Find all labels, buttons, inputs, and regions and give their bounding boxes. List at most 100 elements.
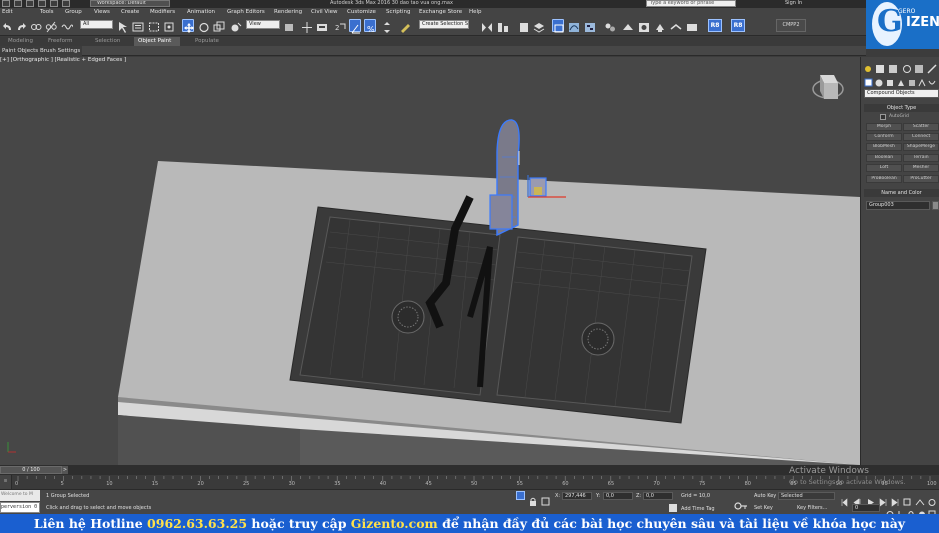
reference-coordinate-dropdown[interactable]: View xyxy=(246,20,280,29)
app-menu-icon[interactable] xyxy=(2,0,10,7)
z-coordinate-field[interactable]: 0,0 xyxy=(643,492,673,500)
undo-quick-icon[interactable] xyxy=(50,0,58,7)
select-and-link-icon[interactable] xyxy=(30,19,42,32)
curve-editor-icon[interactable] xyxy=(568,19,580,32)
named-selection-dropdown[interactable]: Create Selection Se xyxy=(419,20,469,29)
save-file-icon[interactable] xyxy=(38,0,46,7)
menu-animation[interactable]: Animation xyxy=(187,8,215,17)
paint-objects-button[interactable]: Paint Objects xyxy=(0,46,41,56)
pivot-center-icon[interactable] xyxy=(283,19,295,32)
menu-exchange-store[interactable]: Exchange Store xyxy=(419,8,462,17)
set-key-button[interactable]: Set Key xyxy=(754,505,773,511)
ribbon-tab-modeling[interactable]: Modeling xyxy=(4,37,37,46)
brush-settings-button[interactable]: Brush Settings xyxy=(38,46,83,56)
menu-rendering[interactable]: Rendering xyxy=(274,8,302,17)
scatter-button[interactable]: Scatter xyxy=(903,123,939,131)
conform-button[interactable]: Conform xyxy=(866,133,902,141)
object-name-field[interactable]: Group003 xyxy=(866,201,930,210)
region-select-icon[interactable] xyxy=(148,19,160,32)
hotline-number[interactable]: 0962.63.63.25 xyxy=(147,516,247,531)
layer-explorer-icon[interactable] xyxy=(518,19,530,32)
ribbon-tab-object-paint[interactable]: Object Paint xyxy=(134,37,180,46)
selection-filter-dropdown[interactable]: All xyxy=(80,20,113,29)
menu-help[interactable]: Help xyxy=(469,8,482,17)
align-icon[interactable] xyxy=(497,19,509,32)
next-frame-arrow-icon[interactable]: > xyxy=(62,466,68,474)
connect-button[interactable]: Connect xyxy=(903,133,939,141)
mirror-icon[interactable] xyxy=(481,19,493,32)
angle-snap-icon[interactable] xyxy=(349,19,361,34)
playback-controls[interactable] xyxy=(840,492,938,507)
terrain-button[interactable]: Terrain xyxy=(903,154,939,162)
spinner-snap-icon[interactable] xyxy=(381,19,393,33)
menu-civil-view[interactable]: Civil View xyxy=(311,8,337,17)
trackbar-menu-icon[interactable]: ≡ xyxy=(0,475,12,489)
object-color-swatch[interactable] xyxy=(932,201,939,210)
undo-icon[interactable] xyxy=(2,19,14,32)
shapemerge-button[interactable]: ShapeMerge xyxy=(903,143,939,151)
select-and-place-icon[interactable] xyxy=(230,19,242,32)
toggle-ribbon-icon[interactable] xyxy=(552,19,564,33)
viewport-navigation-controls[interactable] xyxy=(885,504,937,519)
keyboard-shortcut-override-icon[interactable] xyxy=(316,19,328,32)
unlink-icon[interactable] xyxy=(45,19,57,33)
absolute-mode-transform-icon[interactable] xyxy=(541,491,550,506)
y-coordinate-field[interactable]: 0,0 xyxy=(603,492,633,500)
object-type-rollout[interactable]: Object Type xyxy=(864,104,939,112)
select-and-scale-icon[interactable] xyxy=(213,19,225,32)
ribbon-tab-freeform[interactable]: Freeform xyxy=(44,37,77,46)
render-iterative-icon[interactable] xyxy=(670,19,682,32)
sign-in-link[interactable]: Sign In xyxy=(785,0,802,6)
command-panel-tabs[interactable] xyxy=(863,59,939,74)
procutter-button[interactable]: ProCutter xyxy=(903,175,939,183)
menu-edit[interactable]: Edit xyxy=(2,8,13,17)
ribbon-tab-populate[interactable]: Populate xyxy=(191,37,223,46)
search-icon[interactable] xyxy=(740,0,748,15)
rendered-frame-window-icon[interactable] xyxy=(638,19,650,32)
menu-views[interactable]: Views xyxy=(94,8,110,17)
select-and-move-icon[interactable] xyxy=(182,19,194,33)
select-by-name-icon[interactable] xyxy=(132,19,144,32)
time-slider-thumb[interactable]: 0 / 100 xyxy=(0,466,62,474)
plugin-r8-button-2[interactable]: R8 xyxy=(731,19,745,32)
mesher-button[interactable]: Mesher xyxy=(903,164,939,172)
viewport[interactable] xyxy=(0,57,860,465)
isolate-selection-icon[interactable] xyxy=(516,491,525,500)
add-time-tag-button[interactable]: Add Time Tag xyxy=(681,506,715,512)
layer-manager-icon[interactable] xyxy=(533,19,545,33)
website-link[interactable]: Gizento.com xyxy=(351,516,438,531)
render-in-cloud-icon[interactable] xyxy=(686,19,698,32)
key-filters-button[interactable]: Key Filters... xyxy=(797,505,827,511)
redo-quick-icon[interactable] xyxy=(62,0,70,7)
percent-snap-icon[interactable]: % xyxy=(364,19,376,34)
snaps-toggle-icon[interactable]: 2 xyxy=(334,19,346,32)
select-manipulate-icon[interactable] xyxy=(301,19,313,33)
render-production-icon[interactable] xyxy=(654,19,666,32)
blobmesh-button[interactable]: BlobMesh xyxy=(866,143,902,151)
window-crossing-icon[interactable] xyxy=(163,19,175,32)
selected-key-dropdown[interactable]: Selected xyxy=(778,492,835,500)
ribbon-options-icon[interactable] xyxy=(233,39,243,54)
workspace-dropdown[interactable]: Workspace: Default xyxy=(90,0,170,7)
x-coordinate-field[interactable]: 297,446 xyxy=(562,492,592,500)
open-file-icon[interactable] xyxy=(26,0,34,7)
menu-group[interactable]: Group xyxy=(65,8,82,17)
menu-tools[interactable]: Tools xyxy=(40,8,54,17)
redo-icon[interactable] xyxy=(15,19,27,32)
loft-button[interactable]: Loft xyxy=(866,164,902,172)
add-time-tag-icon[interactable] xyxy=(669,504,677,512)
material-editor-icon[interactable] xyxy=(604,19,616,32)
name-and-color-rollout[interactable]: Name and Color xyxy=(864,189,939,197)
new-file-icon[interactable] xyxy=(14,0,22,7)
autogrid-checkbox[interactable] xyxy=(880,114,886,120)
viewcube[interactable] xyxy=(812,75,844,99)
select-object-icon[interactable] xyxy=(117,19,129,33)
menu-graph-editors[interactable]: Graph Editors xyxy=(227,8,265,17)
viewport-label[interactable]: [+] [Orthographic ] [Realistic + Edged F… xyxy=(0,57,126,63)
object-category-dropdown[interactable]: Compound Objects xyxy=(864,89,939,98)
menu-customize[interactable]: Customize xyxy=(347,8,376,17)
key-icon[interactable] xyxy=(734,496,748,510)
select-and-rotate-icon[interactable] xyxy=(198,19,210,33)
current-frame-field[interactable]: 0 xyxy=(852,504,880,512)
search-input[interactable]: Type a keyword or phrase xyxy=(646,0,736,7)
